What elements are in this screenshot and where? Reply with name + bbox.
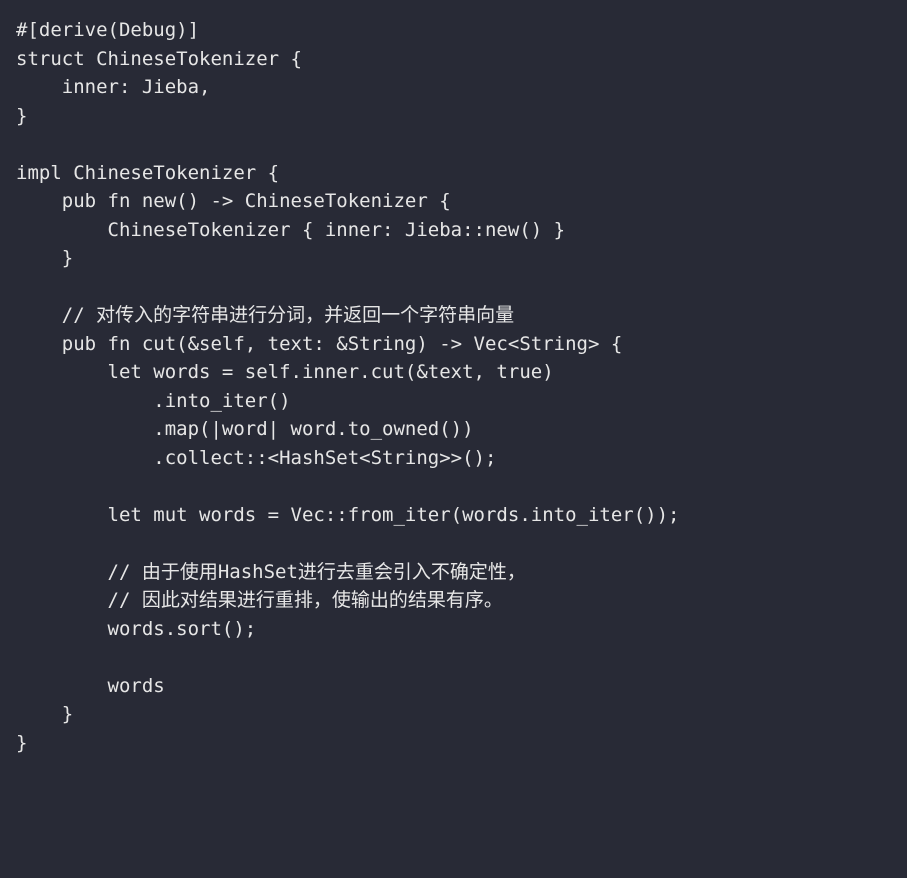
code-block: #[derive(Debug)] struct ChineseTokenizer… [16,16,891,757]
code-line: pub fn cut(&self, text: &String) -> Vec<… [16,333,622,355]
code-line: // 对传入的字符串进行分词，并返回一个字符串向量 [16,304,514,326]
code-line: words [16,675,165,697]
code-line: impl ChineseTokenizer { [16,162,279,184]
code-line: } [16,703,73,725]
code-line: .collect::<HashSet<String>>(); [16,447,496,469]
code-line: ChineseTokenizer { inner: Jieba::new() } [16,219,565,241]
code-line: words.sort(); [16,618,256,640]
code-line: .into_iter() [16,390,291,412]
code-line: } [16,247,73,269]
code-line: inner: Jieba, [16,76,210,98]
code-line: pub fn new() -> ChineseTokenizer { [16,190,451,212]
code-line: } [16,732,27,754]
code-line: let words = self.inner.cut(&text, true) [16,361,554,383]
code-line: let mut words = Vec::from_iter(words.int… [16,504,679,526]
code-line: // 由于使用HashSet进行去重会引入不确定性， [16,561,526,583]
code-line: .map(|word| word.to_owned()) [16,418,474,440]
code-line: // 因此对结果进行重排，使输出的结果有序。 [16,589,503,611]
code-line: struct ChineseTokenizer { [16,48,302,70]
code-line: #[derive(Debug)] [16,19,199,41]
code-line: } [16,105,27,127]
